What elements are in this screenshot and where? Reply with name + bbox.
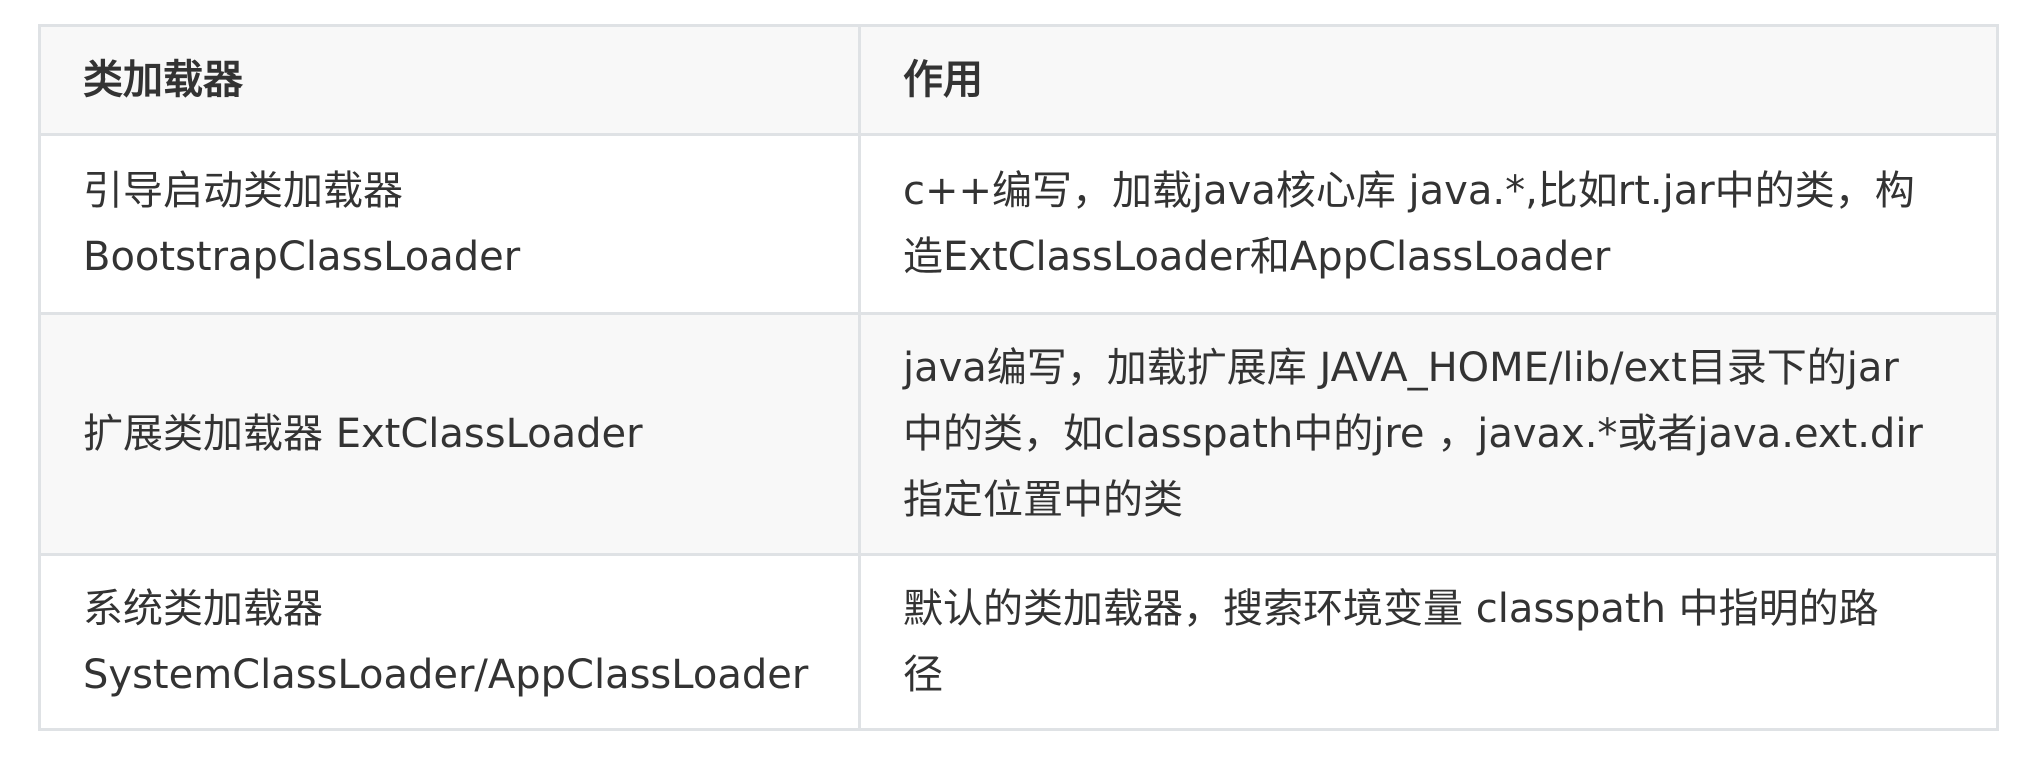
role-cell: java编写，加载扩展库 JAVA_HOME/lib/ext目录下的jar 中的… xyxy=(858,312,1999,556)
role-text-line: 默认的类加载器，搜索环境变量 classpath 中指明的路 xyxy=(903,586,1879,632)
role-text-line: 径 xyxy=(903,652,943,698)
role-text-line: 指定位置中的类 xyxy=(903,477,1183,523)
table-row: 引导启动类加载器 BootstrapClassLoader c++编写，加载ja… xyxy=(38,133,1999,315)
role-cell: 默认的类加载器，搜索环境变量 classpath 中指明的路 径 xyxy=(858,553,1999,731)
role-text-line: java编写，加载扩展库 JAVA_HOME/lib/ext目录下的jar xyxy=(903,345,1899,391)
header-class-loader: 类加载器 xyxy=(38,24,861,136)
loader-name-line: 扩展类加载器 ExtClassLoader xyxy=(83,411,643,457)
class-loader-table-container: 类加载器 作用 引导启动类加载器 BootstrapClassLoader c+… xyxy=(38,24,1999,731)
loader-cell: 扩展类加载器 ExtClassLoader xyxy=(38,312,861,556)
table-row: 扩展类加载器 ExtClassLoader java编写，加载扩展库 JAVA_… xyxy=(38,312,1999,556)
loader-name-line: BootstrapClassLoader xyxy=(83,234,521,280)
role-cell: c++编写，加载java核心库 java.*,比如rt.jar中的类，构 造Ex… xyxy=(858,133,1999,315)
class-loader-table: 类加载器 作用 引导启动类加载器 BootstrapClassLoader c+… xyxy=(38,24,1999,731)
table-header-row: 类加载器 作用 xyxy=(38,24,1999,136)
loader-name-line: 引导启动类加载器 xyxy=(83,168,403,214)
loader-cell: 引导启动类加载器 BootstrapClassLoader xyxy=(38,133,861,315)
role-text-line: c++编写，加载java核心库 java.*,比如rt.jar中的类，构 xyxy=(903,168,1915,214)
header-role: 作用 xyxy=(858,24,1999,136)
role-text-line: 中的类，如classpath中的jre ，javax.*或者java.ext.d… xyxy=(903,411,1923,457)
role-text-line: 造ExtClassLoader和AppClassLoader xyxy=(903,234,1611,280)
loader-name-line: 系统类加载器 xyxy=(83,586,323,632)
table-row: 系统类加载器 SystemClassLoader/AppClassLoader … xyxy=(38,553,1999,731)
loader-cell: 系统类加载器 SystemClassLoader/AppClassLoader xyxy=(38,553,861,731)
loader-name-line: SystemClassLoader/AppClassLoader xyxy=(83,652,809,698)
